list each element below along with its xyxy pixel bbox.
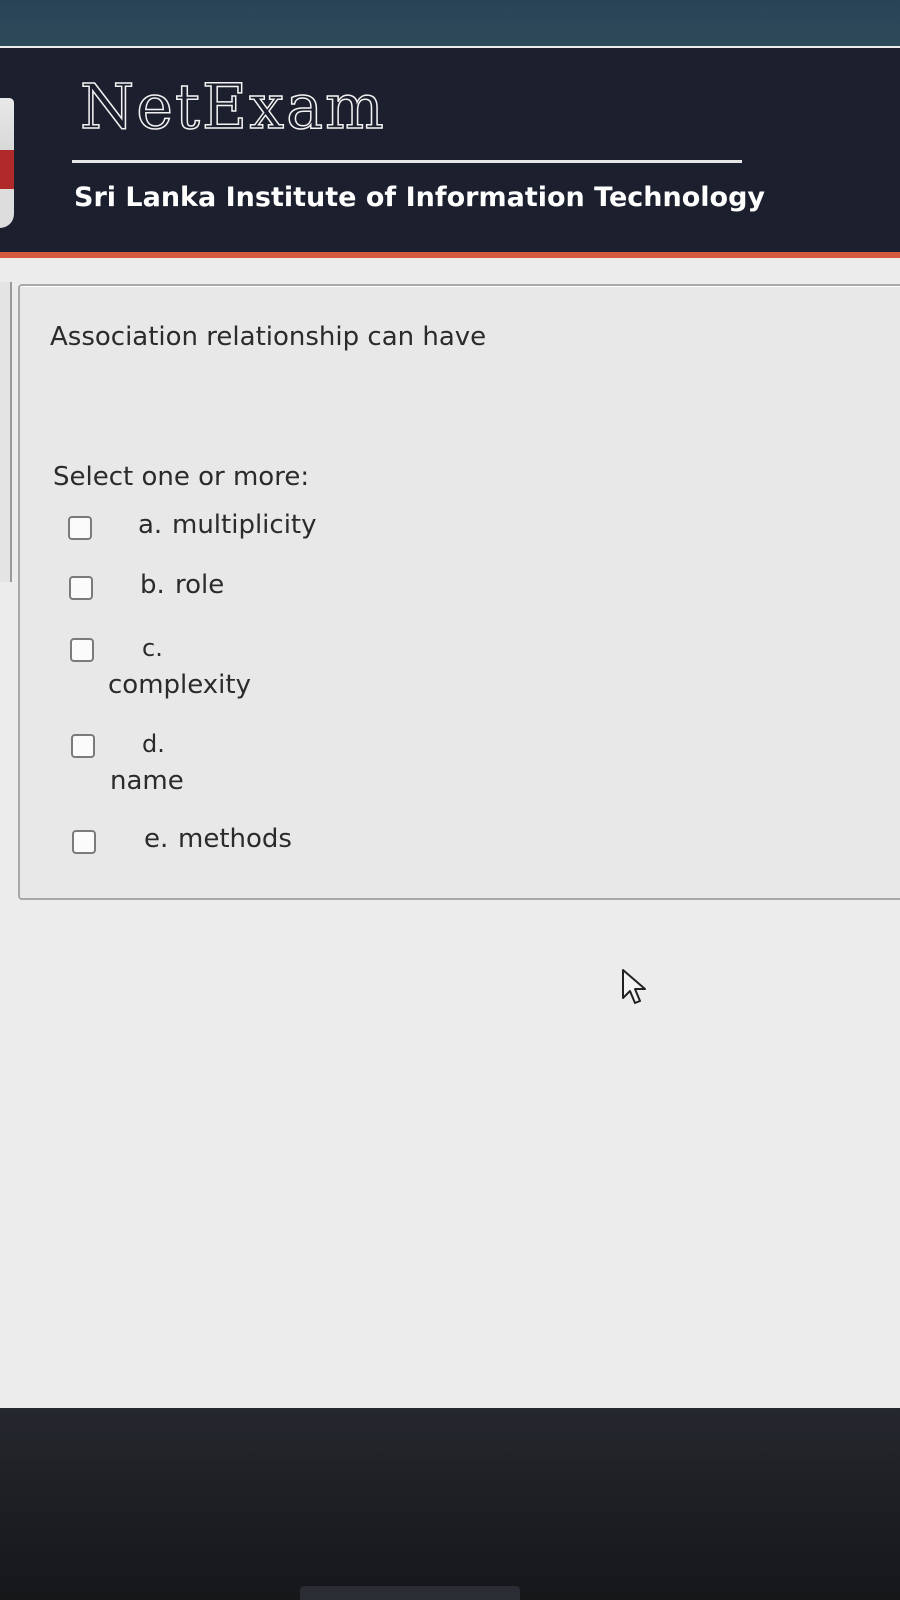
option-c-label: complexity [108,670,251,700]
monitor-stand-notch [300,1586,520,1600]
option-d-label: name [110,766,184,796]
option-e-label: methods [178,824,292,854]
option-d-letter: d. [142,730,165,758]
answer-prompt: Select one or more: [53,462,310,492]
header-divider [72,160,742,163]
option-e-checkbox[interactable] [72,830,96,854]
option-c-letter: c. [142,634,163,662]
institute-emblem [0,98,14,228]
option-d-checkbox[interactable] [71,734,95,758]
header-accent-bar [0,252,900,258]
option-a-letter: a. [138,510,163,540]
option-b-letter: b. [140,570,165,600]
monitor-top-bezel [0,0,900,48]
option-a-label: multiplicity [172,510,317,540]
site-logo-text[interactable]: NetExam [79,69,386,144]
option-c-checkbox[interactable] [70,638,94,662]
mouse-pointer-icon [622,969,646,1004]
browser-viewport: NetExam Sri Lanka Institute of Informati… [0,46,900,1410]
question-card: Association relationship can have Select… [18,284,900,900]
option-b-label: role [175,570,225,600]
option-b-checkbox[interactable] [69,576,93,600]
institute-name: Sri Lanka Institute of Information Techn… [74,182,766,213]
option-e-letter: e. [144,824,169,854]
site-header: NetExam Sri Lanka Institute of Informati… [0,48,900,252]
question-text: Association relationship can have [50,322,487,352]
option-a-checkbox[interactable] [68,516,92,540]
monitor-bottom-bezel [0,1408,900,1600]
question-info-panel-edge [0,282,12,582]
